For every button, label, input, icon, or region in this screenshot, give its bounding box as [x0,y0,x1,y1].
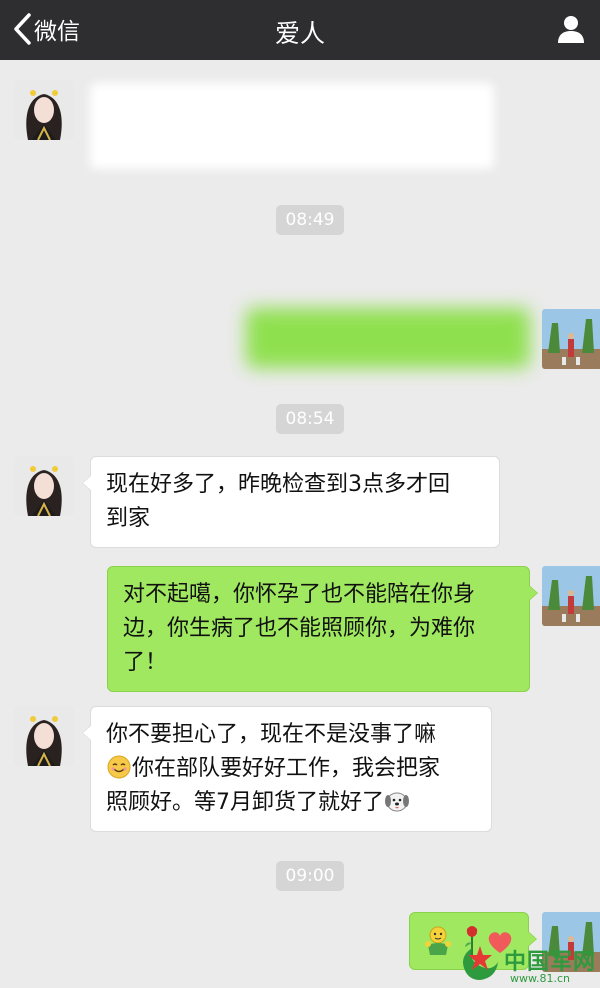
contact-avatar[interactable] [14,80,74,140]
avatar-image [14,80,74,140]
contact-avatar[interactable] [14,456,74,516]
message-text-line: 你不要担心了，现在不是没事了嘛 [106,722,437,747]
avatar-image [542,566,600,626]
timestamp: 08:49 [276,205,344,235]
avatar-image [14,706,74,766]
message-bubble[interactable]: 你不要担心了，现在不是没事了嘛 你在部队要好好工作，我会把家 照顾好。等7月卸货… [82,706,492,832]
watermark: 中国军网 www.81.cn [458,938,598,986]
watermark-logo-icon [463,946,498,980]
redacted-message [90,83,494,169]
message-text-line: 边，你生病了也不能照顾你，为难你 [123,616,476,641]
contact-avatar[interactable] [14,706,74,766]
message-bubble[interactable]: 现在好多了，昨晚检查到3点多才回 到家 [82,456,500,548]
message-text-line: 现在好多了，昨晚检查到3点多才回 [106,472,450,497]
message-text-line: 了！ [123,650,168,675]
avatar-image [14,456,74,516]
avatar-image [542,309,600,369]
contact-info-icon[interactable] [556,14,586,44]
watermark-url: www.81.cn [510,972,570,985]
message-text-span: 你在部队要好好工作，我会把家 [132,756,441,781]
message-text-line: 对不起噶，你怀孕了也不能陪在你身 [123,582,476,607]
message-text-line: 你在部队要好好工作，我会把家 [106,752,476,786]
hug-face-icon [425,926,451,955]
message-bubble[interactable]: 对不起噶，你怀孕了也不能陪在你身 边，你生病了也不能照顾你，为难你 了！ [107,566,538,692]
message-text-span: 照顾好。等7月卸货了就好了 [106,790,384,815]
dog-emoji-icon [385,792,409,812]
self-avatar[interactable] [542,566,600,626]
chat-header: 微信 爱人 [0,0,600,60]
timestamp: 08:54 [276,404,344,434]
redacted-message [246,308,530,368]
chat-title: 爱人 [274,19,325,48]
self-avatar[interactable] [542,309,600,369]
timestamp: 09:00 [276,861,344,891]
message-text-line: 到家 [106,506,151,531]
smile-emoji-icon [107,755,131,779]
message-text-line: 照顾好。等7月卸货了就好了 [106,786,476,820]
